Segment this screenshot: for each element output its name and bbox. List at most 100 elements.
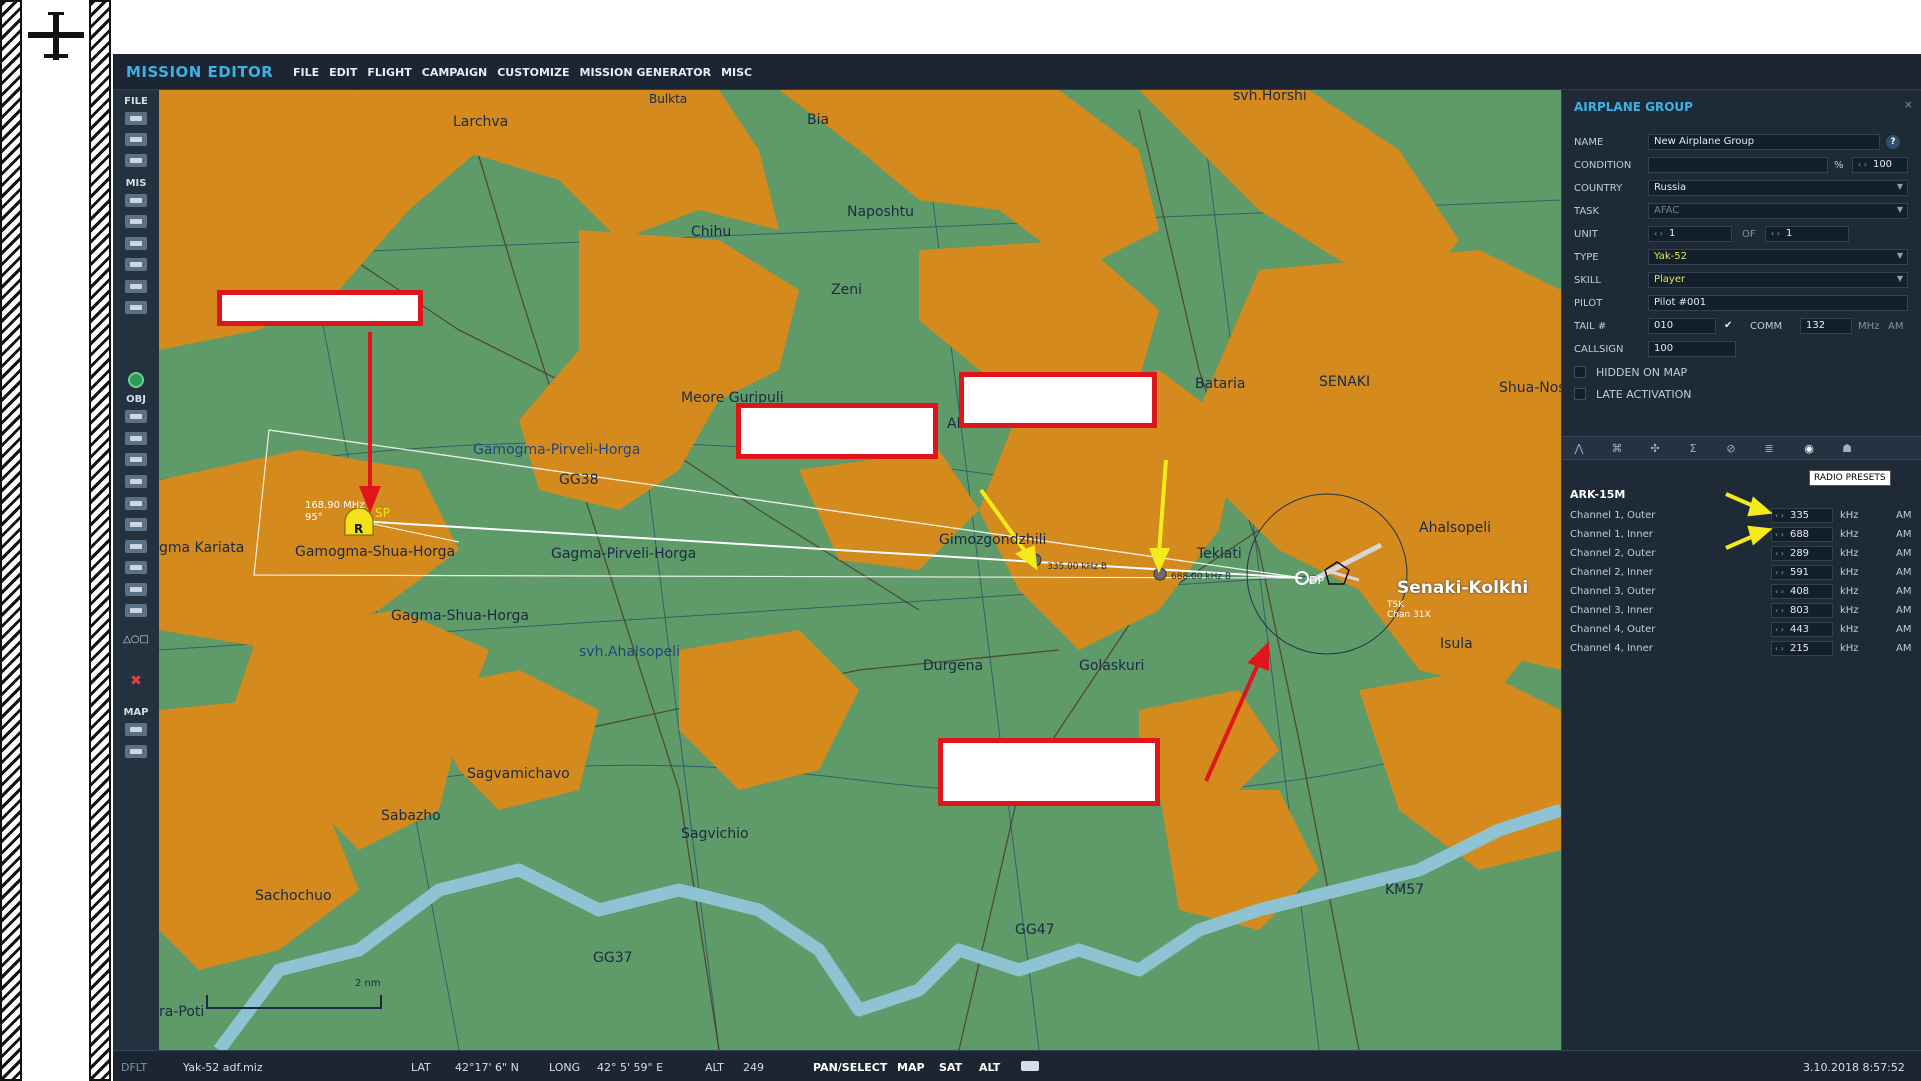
delete-object-icon[interactable]: ✖ [128, 673, 144, 689]
channel-frequency-stepper[interactable]: ‹ › 215 [1771, 641, 1833, 656]
map-label: Bataria [1195, 376, 1246, 392]
channel-frequency-stepper[interactable]: ‹ › 803 [1771, 603, 1833, 618]
type-select[interactable]: Yak-52 ▼ [1648, 249, 1908, 265]
add-airplane-button[interactable] [125, 410, 147, 423]
check-mission-button[interactable] [125, 301, 147, 314]
map-scale: 2 nm [355, 978, 381, 989]
goals-button[interactable] [125, 258, 147, 271]
callsign-row: CALLSIGN 100 [1562, 341, 1921, 359]
add-static-button[interactable] [125, 497, 147, 510]
menu-customize[interactable]: CUSTOMIZE [497, 66, 569, 79]
map-options-button[interactable] [125, 723, 147, 736]
menu-flight[interactable]: FLIGHT [367, 66, 411, 79]
add-airfield-button[interactable] [125, 583, 147, 596]
toolbar-section-map: MAP [123, 707, 149, 718]
toolbar-section-mis: MIS [125, 178, 147, 189]
add-nav-point-button[interactable] [125, 561, 147, 574]
add-trigger-zone-button[interactable] [125, 518, 147, 531]
channel-unit: kHz [1840, 605, 1859, 616]
tail-number-input[interactable]: 010 [1648, 318, 1716, 334]
payload-tab-icon[interactable]: ≣ [1760, 442, 1778, 456]
camera-icon[interactable] [1021, 1061, 1039, 1071]
airfield-label[interactable]: Senaki-Kolkhi [1397, 578, 1528, 598]
add-helicopter-button[interactable] [125, 432, 147, 445]
pan-select-button[interactable]: PAN/SELECT [813, 1061, 887, 1074]
name-input[interactable]: New Airplane Group [1648, 134, 1880, 150]
comm-frequency-input[interactable]: 132 [1800, 318, 1852, 334]
mgrs-button[interactable] [125, 604, 147, 617]
condition-value[interactable]: ‹ › 100 [1852, 157, 1908, 173]
triggers-button[interactable] [125, 237, 147, 250]
long-value: 42° 5' 59" E [597, 1061, 664, 1074]
radio-presets-tab-icon[interactable]: ◉ [1800, 442, 1818, 456]
channel-frequency-stepper[interactable]: ‹ › 443 [1771, 622, 1833, 637]
map-label: Larchva [453, 114, 509, 130]
save-file-button[interactable] [125, 154, 147, 167]
failures-tab-icon[interactable]: ⊘ [1722, 442, 1740, 456]
menu-mission-generator[interactable]: MISSION GENERATOR [580, 66, 712, 79]
unit-stepper[interactable]: ‹ › 1 [1648, 226, 1732, 242]
airfield-tacan: TSK [1387, 600, 1405, 610]
add-vehicle-button[interactable] [125, 475, 147, 488]
condition-slider[interactable] [1648, 157, 1828, 173]
triggered-actions-tab-icon[interactable]: ✣ [1646, 442, 1664, 456]
channel-unit: kHz [1840, 548, 1859, 559]
pilot-input[interactable]: Pilot #001 [1648, 295, 1908, 311]
unit-row: UNIT ‹ › 1 OF ‹ › 1 [1562, 226, 1921, 244]
channel-name: Channel 1, Outer [1570, 510, 1656, 521]
map-label: Shua-Nos [1499, 380, 1561, 396]
channel-name: Channel 1, Inner [1570, 529, 1653, 540]
channel-modulation: AM [1896, 510, 1912, 521]
channel-frequency-stepper[interactable]: ‹ › 408 [1771, 584, 1833, 599]
sat-mode-button[interactable]: SAT [939, 1061, 962, 1074]
add-ship-button[interactable] [125, 453, 147, 466]
late-activation-checkbox[interactable] [1574, 388, 1586, 400]
open-file-button[interactable] [125, 133, 147, 146]
summary-tab-icon[interactable]: Σ [1684, 442, 1702, 456]
weather-button[interactable] [125, 215, 147, 228]
profile-select[interactable]: DFLT [121, 1061, 147, 1074]
skill-row: SKILL Player ▼ [1562, 272, 1921, 290]
hidden-on-map-checkbox[interactable] [1574, 366, 1586, 378]
targets-tab-icon[interactable]: ⌘ [1608, 442, 1626, 456]
channel-frequency-stepper[interactable]: ‹ › 591 [1771, 565, 1833, 580]
close-icon[interactable]: × [1904, 98, 1913, 111]
alt-mode-button[interactable]: ALT [979, 1061, 1000, 1074]
map-mode-button[interactable]: MAP [897, 1061, 925, 1074]
fly-mission-button[interactable] [128, 372, 144, 388]
start-point-marker[interactable]: R [354, 522, 363, 536]
annotation-box-airfield [938, 738, 1160, 806]
skill-select[interactable]: Player ▼ [1648, 272, 1908, 288]
map-label: Golaskuri [1079, 658, 1145, 674]
help-icon[interactable]: ? [1886, 135, 1900, 149]
map-view[interactable]: Bulkta Larchva Bia svh.Horshi Chihu Napo… [159, 90, 1561, 1050]
menu-file[interactable]: FILE [293, 66, 319, 79]
unit-of-label: OF [1742, 229, 1756, 240]
ruler-button[interactable] [125, 745, 147, 758]
map-label: Gagma-Pirveli-Horga [551, 546, 697, 562]
menu-misc[interactable]: MISC [721, 66, 752, 79]
shape-tools-button[interactable]: △○□ [113, 634, 159, 645]
toolbar-section-file: FILE [124, 96, 148, 107]
mission-briefing-button[interactable] [125, 194, 147, 207]
resources-button[interactable] [125, 280, 147, 293]
unit-total-stepper[interactable]: ‹ › 1 [1765, 226, 1849, 242]
add-template-button[interactable] [125, 540, 147, 553]
status-bar: DFLT Yak-52 adf.miz LAT 42°17' 6" N LONG… [113, 1050, 1921, 1081]
channel-frequency: 443 [1789, 624, 1810, 635]
map-label: Gamogma-Shua-Horga [295, 544, 456, 560]
comm-checkbox-icon[interactable]: ✔ [1724, 320, 1732, 331]
radio-name: ARK-15M [1570, 488, 1626, 501]
tail-row: TAIL # 010 ✔ COMM 132 MHz AM [1562, 318, 1921, 336]
menu-edit[interactable]: EDIT [329, 66, 357, 79]
route-tab-icon[interactable]: ⋀ [1570, 442, 1588, 456]
callsign-input[interactable]: 100 [1648, 341, 1736, 357]
new-file-button[interactable] [125, 112, 147, 125]
task-select[interactable]: AFAC ▼ [1648, 203, 1908, 219]
alt-label: ALT [705, 1061, 724, 1074]
aircraft-settings-tab-icon[interactable]: ☗ [1838, 442, 1856, 456]
channel-unit: kHz [1840, 510, 1859, 521]
menu-campaign[interactable]: CAMPAIGN [422, 66, 487, 79]
map-label: Durgena [923, 658, 984, 674]
country-select[interactable]: Russia ▼ [1648, 180, 1908, 196]
